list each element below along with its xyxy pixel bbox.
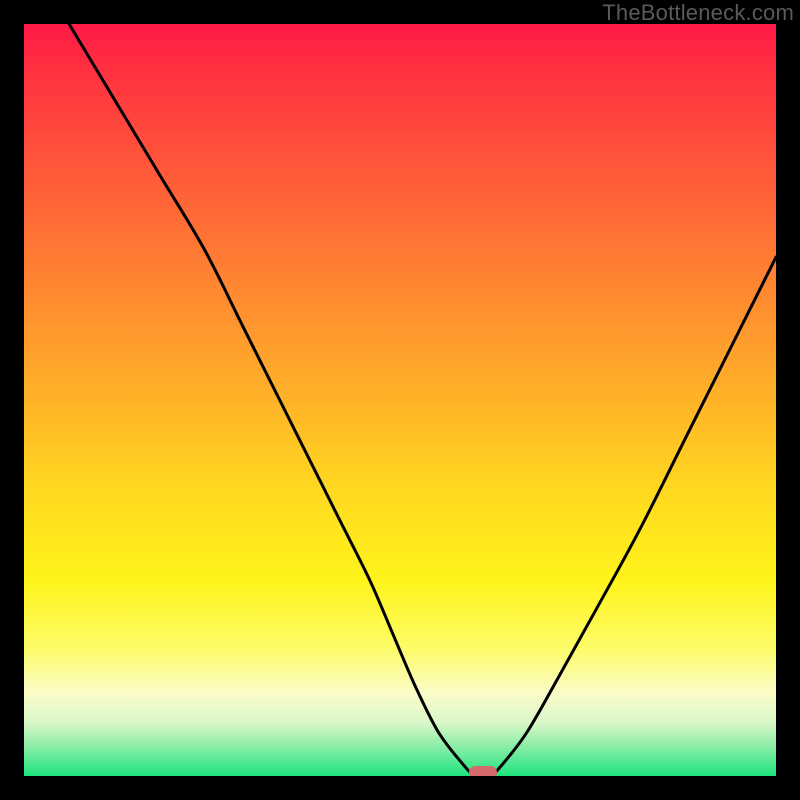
watermark-text: TheBottleneck.com (602, 0, 794, 26)
curve-path (69, 24, 776, 776)
chart-frame: TheBottleneck.com (0, 0, 800, 800)
bottleneck-curve (24, 24, 776, 776)
plot-area (24, 24, 776, 776)
optimal-point-marker (469, 766, 497, 776)
